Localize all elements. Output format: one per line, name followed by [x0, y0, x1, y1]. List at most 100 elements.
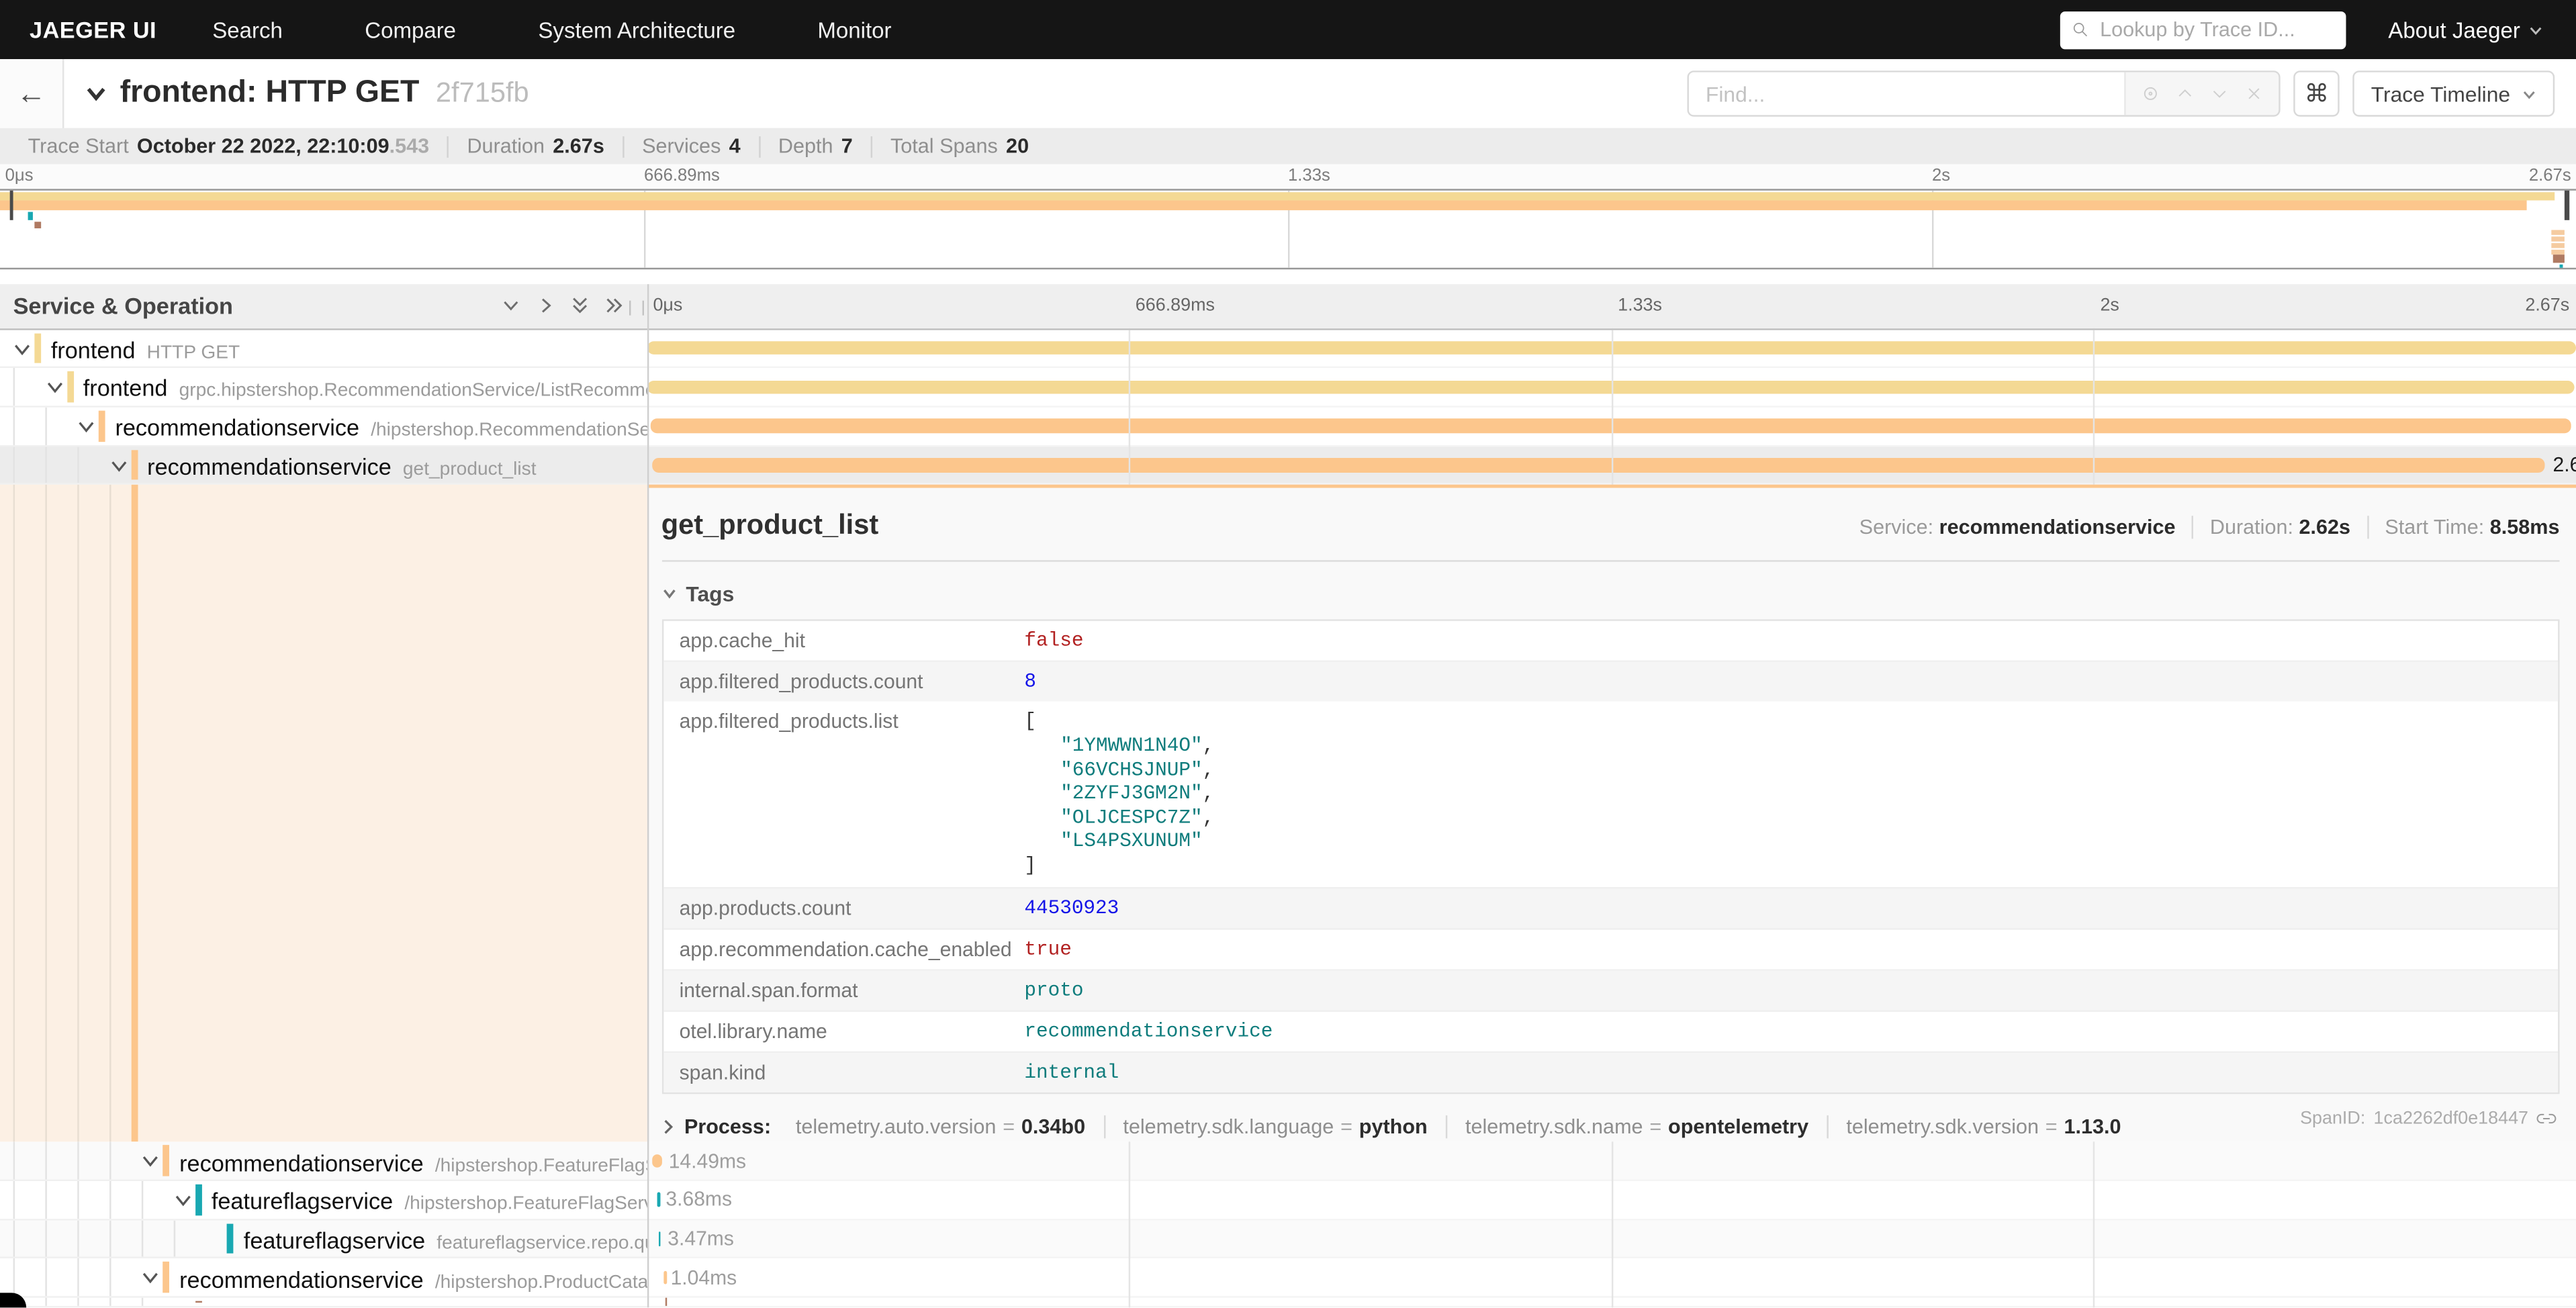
clear-find-x-icon[interactable] — [2244, 84, 2264, 103]
find-input[interactable] — [1689, 73, 2124, 115]
span-duration-label: 1.04ms — [671, 1266, 737, 1289]
span-detail-row: get_product_list Service: recommendation… — [0, 485, 2576, 1143]
nav-item[interactable]: System Architecture — [538, 17, 735, 42]
nav-item[interactable]: Monitor — [817, 17, 891, 42]
timeline-minimap[interactable] — [0, 188, 2576, 269]
span-timeline-cell[interactable]: 3.68ms — [647, 1181, 2576, 1220]
tags-section-header[interactable]: Tags — [661, 582, 2560, 607]
indent-guides — [13, 485, 113, 1143]
tree-timeline-divider[interactable] — [647, 283, 648, 1308]
span-row[interactable]: featureflagservice/hipstershop.FeatureFl… — [0, 1181, 2576, 1220]
span-bar[interactable] — [665, 1298, 668, 1308]
span-bar[interactable] — [652, 1154, 663, 1168]
nav-item[interactable]: Compare — [365, 17, 456, 42]
service-color-bar — [195, 1184, 201, 1215]
app-logo[interactable]: JAEGER UI — [30, 16, 156, 42]
span-row[interactable]: featureflagservicefeatureflagservice.rep… — [0, 1220, 2576, 1259]
span-tree-cell[interactable]: recommendationservice/hipstershop.Featur… — [0, 1142, 647, 1181]
collapse-all-double-chevron-down-icon[interactable] — [569, 296, 589, 316]
nav-item[interactable]: Search — [212, 17, 283, 42]
row-chevron-down-icon[interactable] — [77, 420, 95, 434]
locate-icon[interactable] — [2141, 84, 2160, 103]
span-timeline-cell[interactable]: 1.04ms — [647, 1259, 2576, 1298]
keyboard-shortcuts-button[interactable]: ⌘ — [2294, 71, 2340, 117]
service-color-bar — [131, 485, 138, 1143]
tag-row[interactable]: app.recommendation.cache_enabled true — [663, 929, 2558, 970]
row-chevron-down-icon[interactable] — [46, 381, 64, 395]
span-tree-cell[interactable]: featureflagservice/hipstershop.FeatureFl… — [0, 1181, 647, 1220]
row-chevron-down-icon[interactable] — [142, 1156, 160, 1169]
link-icon[interactable] — [2536, 1109, 2556, 1129]
span-bar[interactable] — [647, 341, 2576, 355]
minimap-span-end — [2551, 236, 2565, 241]
span-id-label: SpanID: — [2300, 1109, 2365, 1129]
span-bar[interactable] — [650, 419, 2571, 433]
trace-view-select[interactable]: Trace Timeline — [2353, 71, 2555, 117]
span-bar[interactable] — [647, 380, 2575, 394]
expand-one-chevron-right-icon[interactable] — [535, 296, 554, 316]
span-row[interactable] — [0, 1298, 2576, 1308]
tag-value: 44530923 — [1011, 888, 2558, 927]
tag-row[interactable]: otel.library.name recommendationservice — [663, 1011, 2558, 1052]
span-tree-cell[interactable] — [0, 1298, 647, 1308]
row-chevron-down-icon[interactable] — [174, 1195, 192, 1208]
span-bar[interactable] — [664, 1270, 667, 1284]
span-timeline-cell[interactable] — [647, 369, 2576, 408]
row-chevron-down-icon[interactable] — [142, 1272, 160, 1286]
span-tree-cell[interactable]: recommendationservice/hipstershop.Recomm… — [0, 408, 647, 447]
minimap-left-scrubber[interactable] — [9, 190, 13, 220]
span-timeline-cell[interactable]: 14.49ms — [647, 1142, 2576, 1181]
span-tree-cell[interactable]: recommendationservice/hipstershop.Produc… — [0, 1259, 647, 1298]
service-name: frontendHTTP GET — [51, 336, 240, 363]
prev-match-chevron-up-icon[interactable] — [2176, 84, 2195, 103]
tag-row[interactable]: span.kind internal — [663, 1052, 2558, 1092]
span-tree-cell[interactable]: recommendationserviceget_product_list — [0, 447, 647, 485]
minimap-right-scrubber[interactable] — [2564, 190, 2570, 220]
tag-row-list[interactable]: app.filtered_products.list [ "1YMWWN1N4O… — [663, 702, 2558, 888]
span-row[interactable]: frontendgrpc.hipstershop.RecommendationS… — [0, 369, 2576, 408]
minimap-span-end — [2551, 229, 2565, 234]
stat-services: Services 4 — [624, 136, 760, 157]
back-button[interactable]: ← — [0, 59, 64, 128]
span-timeline-cell[interactable]: 2.62s — [647, 447, 2576, 485]
span-timeline-cell[interactable] — [647, 330, 2576, 369]
span-bar[interactable] — [653, 458, 2546, 472]
stat-trace-start: Trace Start October 22 2022, 22:10:09.54… — [10, 136, 449, 157]
tag-row[interactable]: app.cache_hit false — [663, 622, 2558, 663]
span-bar[interactable] — [657, 1193, 659, 1207]
tag-row[interactable]: app.products.count 44530923 — [663, 888, 2558, 929]
stat-duration: Duration 2.67s — [449, 136, 625, 157]
find-box[interactable] — [1688, 71, 2281, 117]
span-tree-cell[interactable]: frontendHTTP GET — [0, 330, 647, 369]
process-section-header[interactable]: Process: telemetry.auto.version=0.34b0 t… — [661, 1115, 2560, 1137]
collapse-trace-chevron-icon[interactable] — [85, 85, 107, 101]
span-timeline-cell[interactable]: 3.47ms — [647, 1220, 2576, 1259]
about-jaeger-label: About Jaeger — [2388, 17, 2520, 42]
span-detail-header-stats: Service: recommendationservice Duration:… — [1843, 516, 2559, 539]
tag-row[interactable]: internal.span.format proto — [663, 970, 2558, 1011]
trace-id-input[interactable] — [2097, 16, 2334, 42]
next-match-chevron-down-icon[interactable] — [2210, 84, 2229, 103]
span-timeline-cell[interactable] — [647, 408, 2576, 447]
tag-row[interactable]: app.filtered_products.count 8 — [663, 663, 2558, 702]
span-row[interactable]: frontendHTTP GET — [0, 330, 2576, 369]
span-row[interactable]: recommendationservice/hipstershop.Recomm… — [0, 408, 2576, 447]
span-tree-cell[interactable]: featureflagservicefeatureflagservice.rep… — [0, 1220, 647, 1259]
span-row[interactable]: recommendationserviceget_product_list 2.… — [0, 447, 2576, 485]
span-tree-cell[interactable]: frontendgrpc.hipstershop.RecommendationS… — [0, 369, 647, 408]
span-bar[interactable] — [658, 1231, 661, 1246]
stat-depth: Depth 7 — [760, 136, 872, 157]
collapse-one-chevron-down-icon[interactable] — [500, 296, 520, 316]
trace-id-search[interactable] — [2060, 11, 2346, 48]
about-jaeger-menu[interactable]: About Jaeger — [2388, 17, 2543, 42]
column-resize-grip[interactable] — [629, 300, 643, 315]
span-duration-label: 3.68ms — [665, 1188, 732, 1211]
expand-all-double-chevron-right-icon[interactable] — [604, 296, 623, 316]
span-timeline-cell[interactable] — [647, 1298, 2576, 1308]
row-chevron-down-icon[interactable] — [109, 459, 128, 473]
span-row[interactable]: recommendationservice/hipstershop.Produc… — [0, 1259, 2576, 1298]
service-color-bar — [163, 1146, 170, 1176]
tag-value-json: [ "1YMWWN1N4O", "66VCHSJNUP", "2ZYFJ3GM2… — [1011, 702, 2558, 886]
span-row[interactable]: recommendationservice/hipstershop.Featur… — [0, 1142, 2576, 1181]
row-chevron-down-icon[interactable] — [13, 342, 32, 356]
